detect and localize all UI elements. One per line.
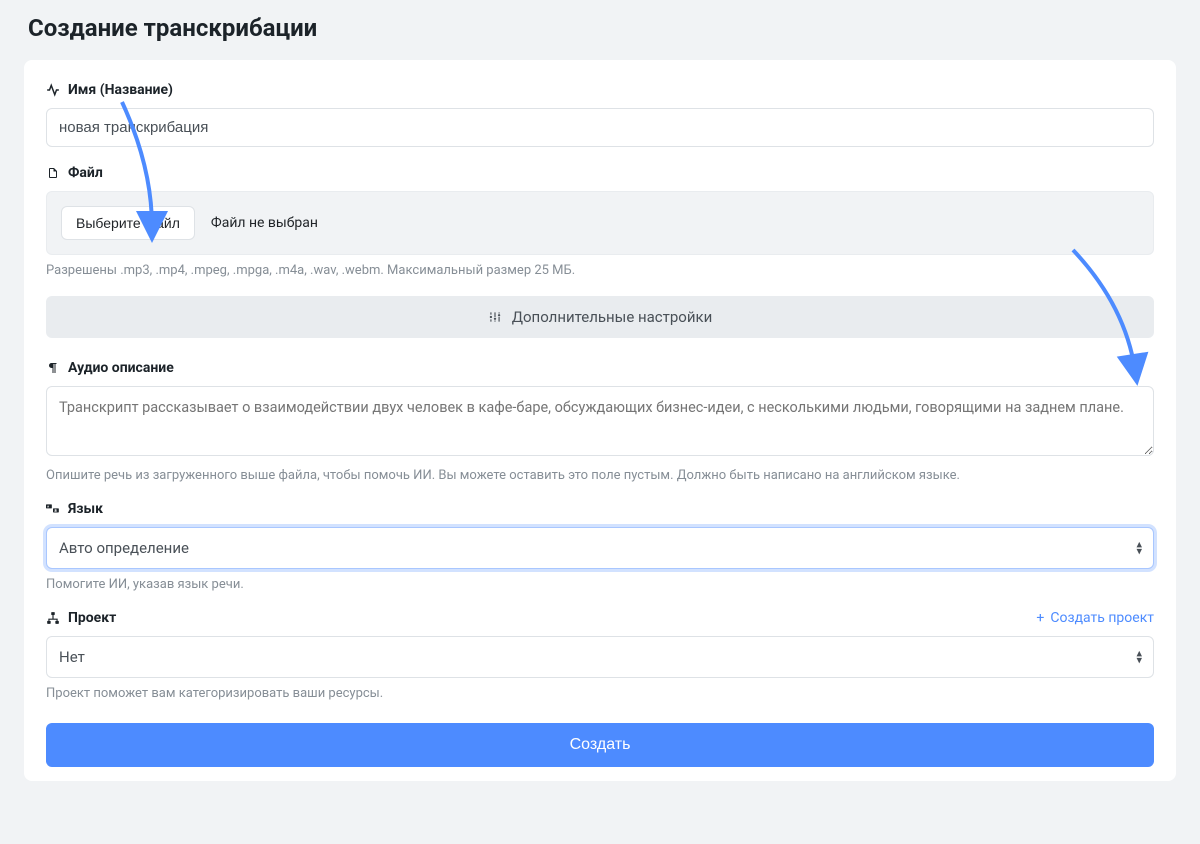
activity-icon (46, 83, 60, 97)
paragraph-icon (46, 361, 60, 375)
file-label: Файл (68, 165, 103, 181)
plus-icon: + (1036, 610, 1044, 626)
file-status: Файл не выбран (211, 215, 318, 231)
advanced-settings-button[interactable]: Дополнительные настройки (46, 296, 1154, 338)
name-label: Имя (Название) (68, 82, 173, 98)
name-field: Имя (Название) (46, 82, 1154, 147)
audio-description-input[interactable] (46, 386, 1154, 456)
advanced-settings-label: Дополнительные настройки (512, 308, 713, 326)
language-icon: Aあ (46, 502, 60, 516)
file-icon (46, 166, 60, 180)
file-hint: Разрешены .mp3, .mp4, .mpeg, .mpga, .m4a… (46, 263, 1154, 278)
project-label: Проект (68, 610, 116, 626)
project-field: Проект + Создать проект Нет ▴▾ Проект по… (46, 610, 1154, 701)
diagram-icon (46, 611, 60, 625)
language-hint: Помогите ИИ, указав язык речи. (46, 577, 1154, 592)
audio-description-field: Аудио описание Опишите речь из загруженн… (46, 360, 1154, 483)
create-project-link[interactable]: + Создать проект (1036, 610, 1154, 626)
project-select[interactable]: Нет (46, 636, 1154, 678)
language-select[interactable]: Авто определение (46, 527, 1154, 569)
form-card: Имя (Название) Файл Выберите файл Файл н… (24, 60, 1176, 781)
audio-description-label: Аудио описание (68, 360, 174, 376)
language-label: Язык (68, 501, 103, 517)
language-field: Aあ Язык Авто определение ▴▾ Помогите ИИ,… (46, 501, 1154, 592)
project-hint: Проект поможет вам категоризировать ваши… (46, 686, 1154, 701)
name-input[interactable] (46, 108, 1154, 147)
sliders-icon (488, 310, 502, 324)
choose-file-button[interactable]: Выберите файл (61, 206, 195, 240)
submit-button[interactable]: Создать (46, 723, 1154, 767)
audio-description-hint: Опишите речь из загруженного выше файла,… (46, 468, 1154, 483)
file-field: Файл Выберите файл Файл не выбран Разреш… (46, 165, 1154, 278)
page-title: Создание транскрибации (0, 0, 1200, 60)
svg-text:A: A (47, 505, 49, 509)
file-dropzone[interactable]: Выберите файл Файл не выбран (46, 191, 1154, 255)
svg-text:あ: あ (54, 508, 57, 513)
create-project-label: Создать проект (1050, 610, 1154, 626)
